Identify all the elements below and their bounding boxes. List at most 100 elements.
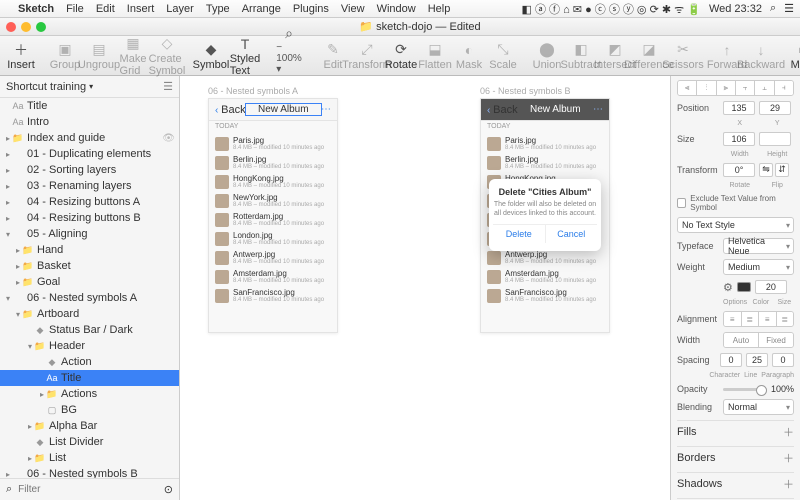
- toolbar-subtract[interactable]: ◧Subtract: [566, 41, 596, 71]
- disclosure-icon[interactable]: ▸: [4, 134, 12, 143]
- layer-row[interactable]: ▢BG: [0, 402, 179, 418]
- menu-edit[interactable]: Edit: [96, 3, 115, 15]
- list-item[interactable]: Antwerp.jpg8.4 MB – modified 10 minutes …: [209, 248, 337, 267]
- menu-arrange[interactable]: Arrange: [242, 3, 281, 15]
- height-input[interactable]: [759, 132, 791, 146]
- layer-row[interactable]: ▾📁Artboard: [0, 306, 179, 322]
- toolbar-group[interactable]: ▣Group: [50, 41, 80, 71]
- back-button[interactable]: ‹ Back: [215, 104, 246, 116]
- menu-type[interactable]: Type: [206, 3, 230, 15]
- toolbar-mirror[interactable]: ▭Mirror: [790, 41, 800, 71]
- layer-row[interactable]: AaTitle: [0, 370, 179, 386]
- disclosure-icon[interactable]: ▾: [4, 294, 12, 303]
- list-item[interactable]: Berlin.jpg8.4 MB – modified 10 minutes a…: [209, 153, 337, 172]
- zoom-window-button[interactable]: [36, 22, 46, 32]
- list-item[interactable]: HongKong.jpg8.4 MB – modified 10 minutes…: [209, 172, 337, 191]
- disclosure-icon[interactable]: ▸: [14, 278, 22, 287]
- font-size-input[interactable]: [755, 280, 787, 294]
- more-icon[interactable]: ⋯: [593, 104, 603, 115]
- layer-row[interactable]: ▾06 - Nested symbols A: [0, 290, 179, 306]
- position-y-input[interactable]: [759, 101, 791, 115]
- toolbar-mask[interactable]: ◐Mask: [454, 41, 484, 71]
- toolbar-create-symbol[interactable]: ◇Create Symbol: [152, 35, 182, 77]
- layer-tree[interactable]: AaTitleAaIntro▸📁Index and guide👁▸01 - Du…: [0, 98, 179, 478]
- align-vcenter-icon[interactable]: ⫠: [755, 81, 774, 95]
- weight-select[interactable]: Medium: [723, 259, 794, 275]
- menu-insert[interactable]: Insert: [127, 3, 155, 15]
- list-item[interactable]: Rotterdam.jpg8.4 MB – modified 10 minute…: [209, 210, 337, 229]
- para-spacing-input[interactable]: [772, 353, 794, 367]
- layer-row[interactable]: ▸📁Goal: [0, 274, 179, 290]
- layer-row[interactable]: ▸03 - Renaming layers: [0, 178, 179, 194]
- toolbar-transform[interactable]: ⤢Transform: [352, 41, 382, 71]
- disclosure-icon[interactable]: ▾: [26, 342, 34, 351]
- menu-file[interactable]: File: [66, 3, 84, 15]
- list-item[interactable]: Amsterdam.jpg8.4 MB – modified 10 minute…: [209, 267, 337, 286]
- fills-section[interactable]: Fills: [677, 426, 697, 438]
- filter-options-icon[interactable]: ⊙: [164, 483, 173, 496]
- add-fill-button[interactable]: ＋: [783, 424, 794, 440]
- layer-row[interactable]: AaIntro: [0, 114, 179, 130]
- back-button[interactable]: ‹ Back: [487, 104, 518, 116]
- layer-row[interactable]: ◆List Divider: [0, 434, 179, 450]
- layer-row[interactable]: ▸06 - Nested symbols B: [0, 466, 179, 478]
- toolbar-styled-text[interactable]: TStyled Text: [230, 35, 260, 77]
- layer-row[interactable]: ▸📁Hand: [0, 242, 179, 258]
- layer-row[interactable]: ▸02 - Sorting layers: [0, 162, 179, 178]
- disclosure-icon[interactable]: ▸: [4, 182, 12, 191]
- list-item[interactable]: London.jpg8.4 MB – modified 10 minutes a…: [209, 229, 337, 248]
- page-selector[interactable]: Shortcut training: [6, 81, 86, 93]
- add-border-button[interactable]: ＋: [783, 450, 794, 466]
- toolbar-insert[interactable]: ＋Insert: [6, 41, 36, 71]
- align-left-icon[interactable]: ⫷: [678, 81, 697, 95]
- toolbar-scissors[interactable]: ✂Scissors: [668, 41, 698, 71]
- alert-cancel-button[interactable]: Cancel: [546, 225, 598, 243]
- filter-icon[interactable]: ⌕: [6, 483, 12, 496]
- zoom-level[interactable]: − 100% ▾: [276, 42, 302, 75]
- layer-row[interactable]: ▾05 - Aligning: [0, 226, 179, 242]
- width-input[interactable]: [723, 132, 755, 146]
- artboard-b[interactable]: ‹ Back New Album ⋯ TODAY Paris.jpg8.4 MB…: [480, 98, 610, 333]
- layer-row[interactable]: ◆Action: [0, 354, 179, 370]
- layer-row[interactable]: ▸04 - Resizing buttons B: [0, 210, 179, 226]
- artboard-label-b[interactable]: 06 - Nested symbols B: [480, 86, 571, 96]
- exclude-checkbox[interactable]: [677, 198, 686, 208]
- char-spacing-input[interactable]: [720, 353, 742, 367]
- align-top-icon[interactable]: ⫟: [736, 81, 755, 95]
- align-distribute-buttons[interactable]: ⫷⫶⫸⫟⫠⫞: [677, 80, 794, 96]
- header-title-selected[interactable]: New Album: [246, 104, 321, 115]
- canvas[interactable]: 06 - Nested symbols A ‹ Back New Album ⋯…: [180, 76, 670, 500]
- opacity-slider[interactable]: [723, 388, 767, 391]
- text-align-justify-icon[interactable]: ≣: [777, 312, 794, 326]
- layer-row[interactable]: ▾📁Header: [0, 338, 179, 354]
- artboard-a[interactable]: ‹ Back New Album ⋯ TODAY Paris.jpg8.4 MB…: [208, 98, 338, 333]
- alert-delete-button[interactable]: Delete: [493, 225, 546, 243]
- layer-row[interactable]: ▸📁Index and guide👁: [0, 130, 179, 146]
- toolbar-union[interactable]: ⬤Union: [532, 41, 562, 71]
- flip-v-button[interactable]: ⇵: [775, 163, 789, 177]
- layer-row[interactable]: ◆Status Bar / Dark: [0, 322, 179, 338]
- list-item[interactable]: Paris.jpg8.4 MB – modified 10 minutes ag…: [209, 134, 337, 153]
- disclosure-icon[interactable]: ▾: [14, 310, 22, 319]
- filter-input[interactable]: [18, 484, 158, 495]
- spotlight-icon[interactable]: ⌕: [770, 2, 776, 15]
- chevron-down-icon[interactable]: ▾: [89, 82, 93, 91]
- close-window-button[interactable]: [6, 22, 16, 32]
- artboard-label-a[interactable]: 06 - Nested symbols A: [208, 86, 298, 96]
- layer-row[interactable]: ▸📁Basket: [0, 258, 179, 274]
- visibility-icon[interactable]: 👁: [162, 133, 175, 144]
- width-fixed-button[interactable]: Fixed: [759, 333, 793, 347]
- text-style-select[interactable]: No Text Style: [677, 217, 794, 233]
- disclosure-icon[interactable]: ▸: [14, 262, 22, 271]
- disclosure-icon[interactable]: ▾: [4, 230, 12, 239]
- menu-plugins[interactable]: Plugins: [293, 3, 329, 15]
- panel-toggle-icon[interactable]: ☰: [163, 80, 173, 93]
- menu-window[interactable]: Window: [377, 3, 416, 15]
- list-item[interactable]: Amsterdam.jpg8.4 MB – modified 10 minute…: [481, 267, 609, 286]
- toolbar-backward[interactable]: ↓Backward: [746, 41, 776, 71]
- shadows-section[interactable]: Shadows: [677, 478, 722, 490]
- disclosure-icon[interactable]: ▸: [4, 166, 12, 175]
- align-right-icon[interactable]: ⫸: [717, 81, 736, 95]
- more-icon[interactable]: ⋯: [321, 104, 331, 115]
- disclosure-icon[interactable]: ▸: [4, 150, 12, 159]
